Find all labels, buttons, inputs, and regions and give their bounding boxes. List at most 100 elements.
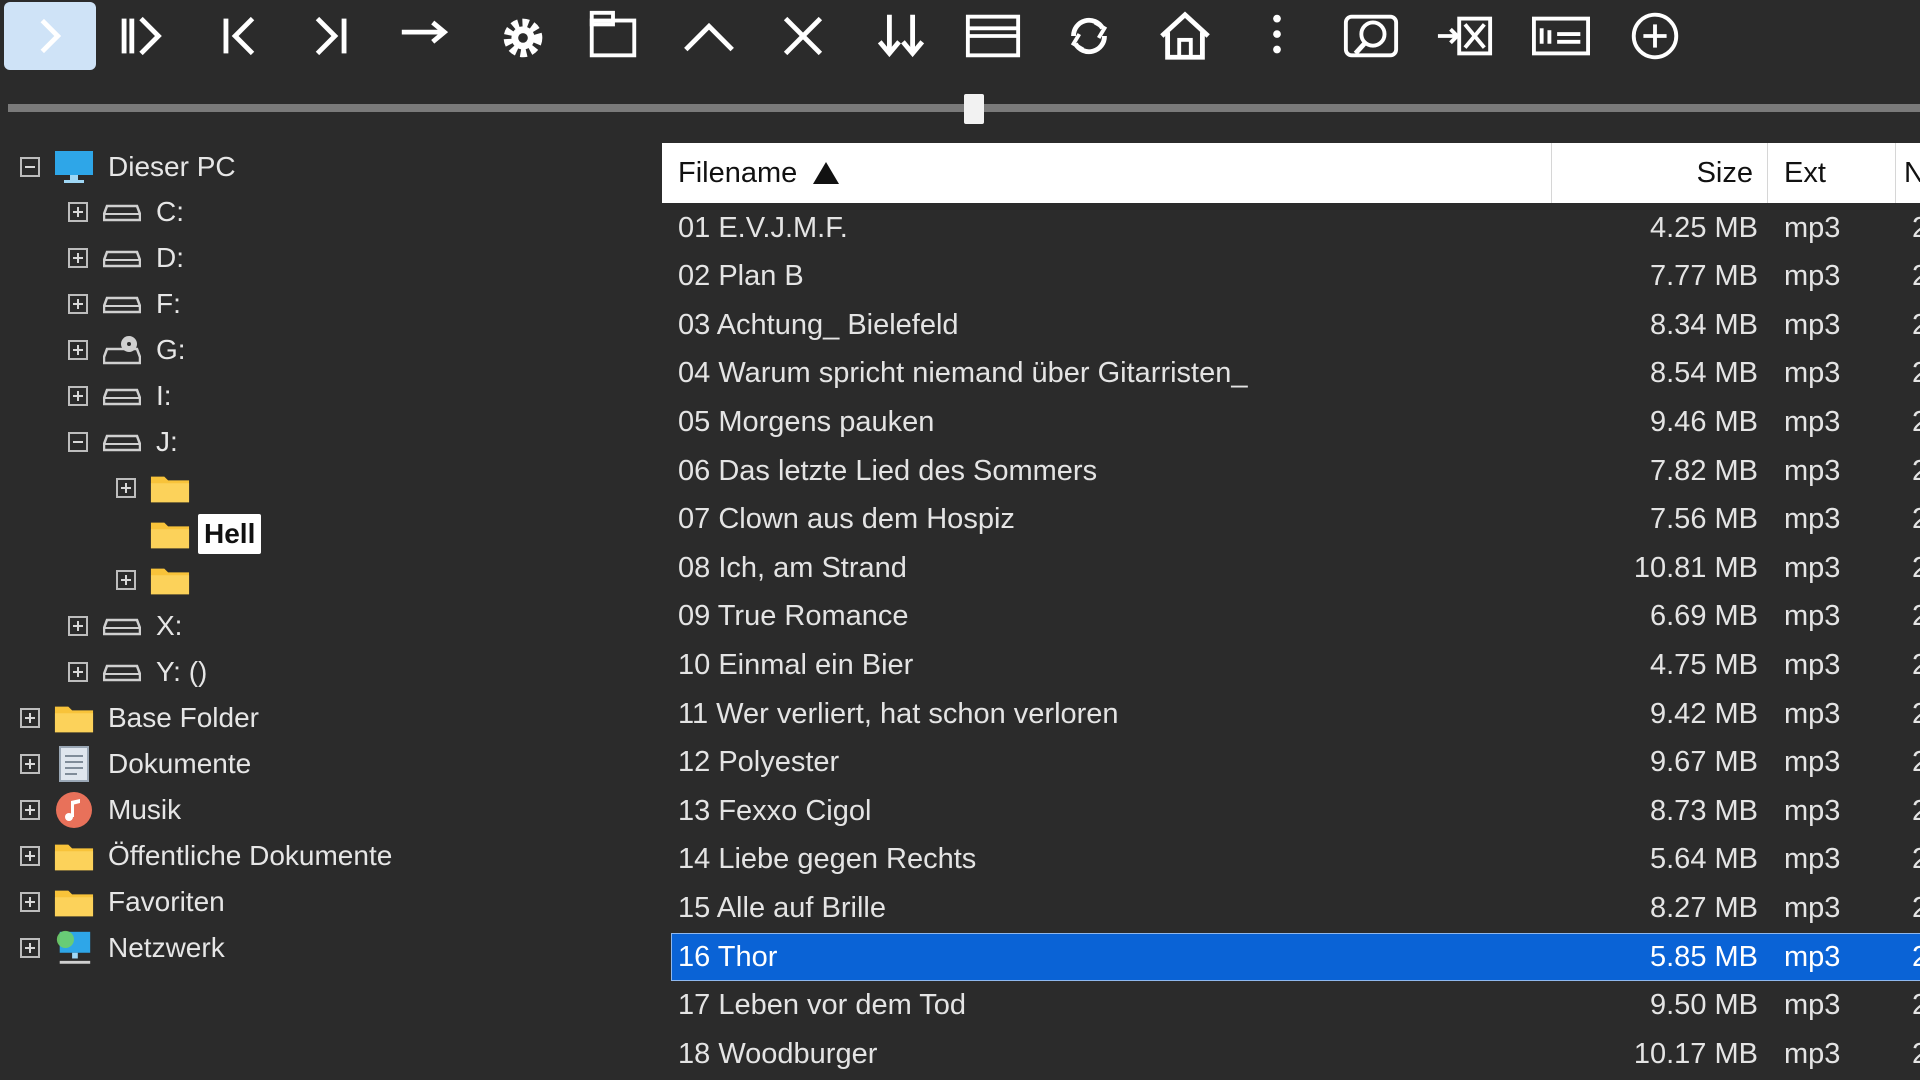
tree-node-drive-x[interactable]: X: — [68, 604, 182, 648]
play-pause-button[interactable] — [96, 2, 186, 70]
expand-toggle[interactable] — [68, 662, 88, 682]
column-header-size[interactable]: Size — [1552, 143, 1768, 203]
add-button[interactable] — [1610, 2, 1700, 70]
expand-toggle[interactable] — [116, 570, 136, 590]
split-view-button[interactable] — [948, 2, 1038, 70]
tree-node-netzwerk[interactable]: Netzwerk — [20, 926, 225, 970]
split-view-icon — [965, 14, 1021, 58]
play-next-icon — [40, 18, 62, 54]
file-row[interactable]: 15 Alle auf Brille 8.27 MB mp3 2 — [672, 885, 1920, 931]
collapse-toggle[interactable] — [68, 432, 88, 452]
tree-node-base-folder[interactable]: Base Folder — [20, 696, 259, 740]
file-row[interactable]: 13 Fexxo Cigol 8.73 MB mp3 2 — [672, 788, 1920, 834]
sort-ascending-icon — [813, 162, 840, 184]
expand-toggle[interactable] — [20, 754, 40, 774]
file-size: 9.67 MB — [1650, 746, 1758, 779]
refresh-button[interactable] — [1044, 2, 1134, 70]
file-size: 9.46 MB — [1650, 405, 1758, 438]
file-more: 2 — [1912, 746, 1920, 779]
tree-label: Dokumente — [108, 748, 252, 779]
move-delete-button[interactable] — [1420, 2, 1510, 70]
file-name: 15 Alle auf Brille — [678, 891, 886, 924]
expand-toggle[interactable] — [20, 708, 40, 728]
search-button[interactable] — [1326, 2, 1416, 70]
column-header-ext[interactable]: Ext — [1768, 143, 1896, 203]
expand-toggle[interactable] — [20, 892, 40, 912]
expand-toggle[interactable] — [68, 248, 88, 268]
expand-toggle[interactable] — [116, 478, 136, 498]
tree-node-folder-hell[interactable]: Hell — [116, 512, 262, 556]
file-more: 2 — [1912, 357, 1920, 390]
file-row[interactable]: 01 E.V.J.M.F. 4.25 MB mp3 2 — [672, 205, 1920, 251]
splitter-slider-thumb[interactable] — [963, 94, 984, 124]
tree-node-drive-f[interactable]: F: — [68, 282, 181, 326]
collapse-toggle[interactable] — [20, 157, 40, 177]
file-size: 4.75 MB — [1650, 648, 1758, 681]
settings-button[interactable] — [478, 2, 568, 70]
file-name: 16 Thor — [678, 940, 778, 973]
file-row[interactable]: 14 Liebe gegen Rechts 5.64 MB mp3 2 — [672, 837, 1920, 883]
disc-drive-icon — [102, 333, 142, 367]
tree-node-favoriten[interactable]: Favoriten — [20, 880, 225, 924]
sort-down-button[interactable] — [856, 2, 946, 70]
drive-icon — [102, 609, 142, 643]
info-panel-button[interactable] — [1516, 2, 1606, 70]
tree-label: F: — [156, 288, 181, 319]
expand-toggle[interactable] — [68, 202, 88, 222]
tree-label: Favoriten — [108, 886, 225, 917]
close-button[interactable] — [758, 2, 848, 70]
file-row[interactable]: 06 Das letzte Lied des Sommers 7.82 MB mp3… — [672, 448, 1920, 494]
refresh-icon — [1070, 17, 1108, 55]
file-name: 14 Liebe gegen Rechts — [678, 843, 977, 876]
up-button[interactable] — [664, 2, 754, 70]
tree-node-musik[interactable]: Musik — [20, 788, 181, 832]
column-header-filename[interactable]: Filename — [662, 143, 1552, 203]
skip-forward-button[interactable] — [286, 2, 376, 70]
tree-label: X: — [156, 610, 183, 641]
expand-toggle[interactable] — [68, 340, 88, 360]
expand-toggle[interactable] — [20, 846, 40, 866]
file-row[interactable]: 09 True Romance 6.69 MB mp3 2 — [672, 594, 1920, 640]
column-header-more[interactable]: N — [1896, 143, 1920, 203]
tree-node-drive-y[interactable]: Y: () — [68, 650, 207, 694]
file-row[interactable]: 02 Plan B 7.77 MB mp3 2 — [672, 254, 1920, 300]
tree-node-folder[interactable] — [116, 466, 204, 510]
tree-node-drive-j[interactable]: J: — [68, 420, 178, 464]
expand-toggle[interactable] — [20, 800, 40, 820]
file-row[interactable]: 04 Warum spricht niemand über Gitarriste… — [672, 351, 1920, 397]
tree-node-dieser-pc[interactable]: Dieser PC — [20, 145, 236, 189]
home-button[interactable] — [1140, 2, 1230, 70]
file-size: 8.73 MB — [1650, 794, 1758, 827]
more-button[interactable] — [1232, 2, 1322, 70]
tree-node-drive-g[interactable]: G: — [68, 328, 186, 372]
arrow-right-button[interactable] — [380, 2, 470, 70]
network-icon — [54, 930, 94, 965]
expand-toggle[interactable] — [20, 938, 40, 958]
play-next-button[interactable] — [4, 2, 96, 70]
file-row[interactable]: 16 Thor 5.85 MB mp3 2 — [671, 933, 1920, 981]
file-row[interactable]: 05 Morgens pauken 9.46 MB mp3 2 — [672, 399, 1920, 445]
tree-node-dokumente[interactable]: Dokumente — [20, 742, 251, 786]
skip-back-button[interactable] — [194, 2, 284, 70]
expand-toggle[interactable] — [68, 386, 88, 406]
column-title: N — [1904, 156, 1920, 189]
file-row[interactable]: 08 Ich, am Strand 10.81 MB mp3 2 — [672, 545, 1920, 591]
window-button[interactable] — [568, 2, 658, 70]
file-row[interactable]: 12 Polyester 9.67 MB mp3 2 — [672, 740, 1920, 786]
tree-node-oeffentliche-dokumente[interactable]: Öffentliche Dokumente — [20, 834, 392, 878]
file-row[interactable]: 07 Clown aus dem Hospiz 7.56 MB mp3 2 — [672, 497, 1920, 543]
tree-node-drive-i[interactable]: I: — [68, 374, 172, 418]
folder-icon — [54, 701, 94, 735]
file-row[interactable]: 17 Leben vor dem Tod 9.50 MB mp3 2 — [672, 983, 1920, 1029]
file-row[interactable]: 10 Einmal ein Bier 4.75 MB mp3 2 — [672, 642, 1920, 688]
file-row[interactable]: 03 Achtung_ Bielefeld 8.34 MB mp3 2 — [672, 302, 1920, 348]
tree-node-drive-c[interactable]: C: — [68, 190, 184, 234]
expand-toggle[interactable] — [68, 294, 88, 314]
tree-node-drive-d[interactable]: D: — [68, 236, 184, 280]
expand-toggle[interactable] — [68, 616, 88, 636]
file-row[interactable]: 18 Woodburger 10.17 MB mp3 2 — [672, 1031, 1920, 1077]
file-row[interactable]: 11 Wer verliert, hat schon verloren 9.42 … — [672, 691, 1920, 737]
file-more: 2 — [1912, 503, 1920, 536]
tree-node-folder[interactable] — [116, 558, 204, 602]
